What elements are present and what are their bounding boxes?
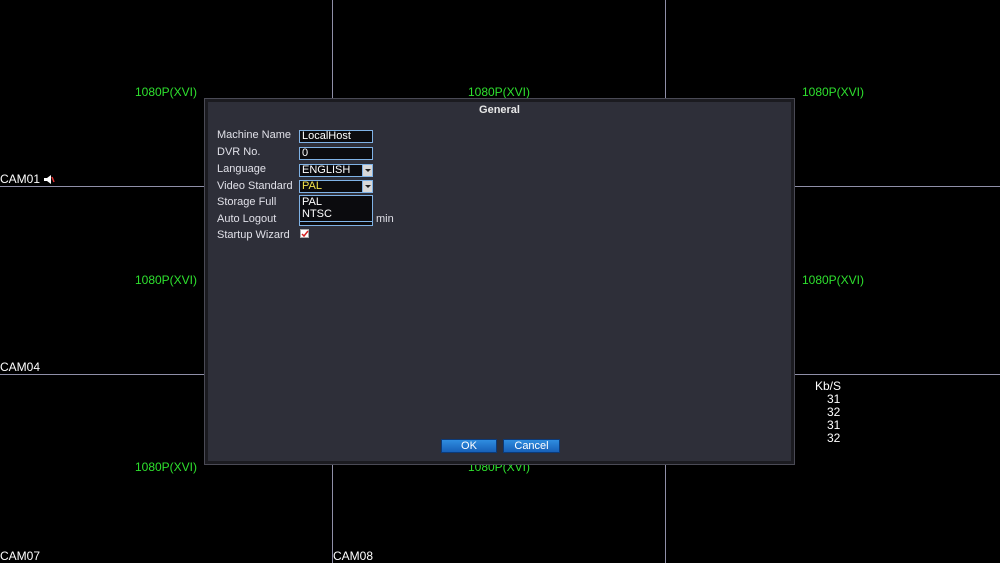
storage-full-label: Storage Full <box>217 196 277 208</box>
auto-logout-unit: min <box>376 213 394 225</box>
video-standard-options-list: PAL NTSC <box>299 195 373 222</box>
bitrate-readout: Kb/S 31 32 31 32 <box>815 380 841 445</box>
startup-wizard-checkbox[interactable] <box>300 229 309 238</box>
general-settings-dialog: General Machine Name LocalHost DVR No. 0… <box>205 99 794 464</box>
dialog-title: General <box>479 104 520 116</box>
camera-name: CAM08 <box>333 549 373 563</box>
resolution-label: 1080P(XVI) <box>467 85 531 99</box>
video-standard-label: Video Standard <box>217 180 293 192</box>
language-dropdown[interactable]: ENGLISH <box>299 164 373 177</box>
camera-name-text: CAM07 <box>0 549 41 563</box>
dvr-no-input[interactable]: 0 <box>299 147 373 160</box>
camera-name-text: CAM04 <box>0 360 41 374</box>
option-pal[interactable]: PAL <box>300 196 372 208</box>
speaker-icon <box>44 174 55 184</box>
cancel-button[interactable]: Cancel <box>503 439 560 453</box>
camera-name: CAM07 <box>0 549 40 563</box>
option-ntsc[interactable]: NTSC <box>300 208 372 220</box>
machine-name-input[interactable]: LocalHost <box>299 130 373 143</box>
chevron-down-icon[interactable] <box>362 181 372 192</box>
language-value: ENGLISH <box>302 164 351 176</box>
resolution-label: 1080P(XVI) <box>134 85 198 99</box>
camera-name-text: CAM01 <box>0 172 41 186</box>
video-standard-dropdown[interactable]: PAL <box>299 180 373 193</box>
dvr-screen: 1080P(XVI) CAM01 1080P(XVI) 1080P(XVI) 1… <box>0 0 1000 563</box>
startup-wizard-label: Startup Wizard <box>217 229 290 241</box>
camera-name: CAM04 <box>0 360 40 374</box>
language-label: Language <box>217 163 266 175</box>
video-standard-value: PAL <box>302 180 322 192</box>
chevron-down-icon[interactable] <box>362 165 372 176</box>
auto-logout-label: Auto Logout <box>217 213 277 225</box>
dvr-no-label: DVR No. <box>217 146 261 158</box>
machine-name-label: Machine Name <box>217 129 291 141</box>
ok-button[interactable]: OK <box>441 439 497 453</box>
camera-name-text: CAM08 <box>333 549 374 563</box>
checkmark-icon <box>301 230 309 238</box>
resolution-label: 1080P(XVI) <box>801 85 865 99</box>
camera-name: CAM01 <box>0 172 55 186</box>
bitrate-value: 32 <box>827 431 841 445</box>
